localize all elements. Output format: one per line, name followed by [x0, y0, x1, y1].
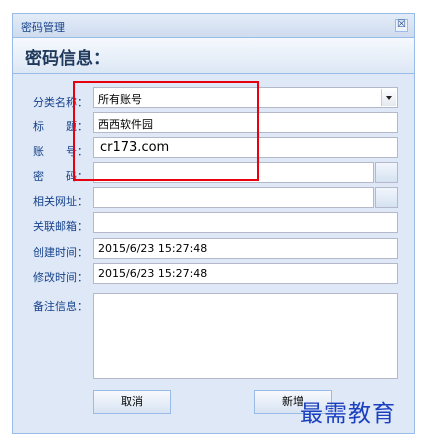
password-manager-window: 密码管理 ☒ 密码信息： 分类名称： 所有账号 标 题： 西西软件园 账 号： … [12, 13, 415, 434]
chevron-down-icon[interactable] [381, 89, 396, 106]
title-label: 标 题： [33, 120, 88, 133]
header-band: 密码信息： [13, 38, 414, 74]
url-input[interactable] [93, 187, 374, 208]
created-input[interactable]: 2015/6/23 15:27:48 [93, 238, 398, 259]
close-icon[interactable]: ☒ [395, 19, 408, 32]
password-input[interactable] [93, 162, 374, 183]
title-input[interactable]: 西西软件园 [93, 112, 398, 133]
password-label: 密 码： [33, 170, 88, 183]
email-label: 关联邮箱： [33, 220, 88, 233]
watermark-text: 最需教育 [300, 401, 396, 427]
category-select[interactable]: 所有账号 [93, 87, 398, 108]
category-label: 分类名称： [33, 96, 88, 109]
notes-label: 备注信息： [33, 300, 88, 313]
password-action-button[interactable] [375, 162, 398, 183]
title-bar[interactable]: 密码管理 ☒ [13, 14, 414, 38]
window-title: 密码管理 [21, 21, 65, 34]
cancel-button[interactable]: 取消 [93, 390, 171, 414]
email-input[interactable] [93, 212, 398, 233]
notes-textarea[interactable] [93, 293, 398, 379]
modified-label: 修改时间： [33, 271, 88, 284]
account-label: 账 号： [33, 145, 88, 158]
category-value: 所有账号 [98, 93, 142, 106]
modified-input[interactable]: 2015/6/23 15:27:48 [93, 263, 398, 284]
url-action-button[interactable] [375, 187, 398, 208]
account-input[interactable]: cr173.com [93, 137, 398, 158]
created-label: 创建时间： [33, 246, 88, 259]
url-label: 相关网址： [33, 195, 88, 208]
page-title: 密码信息： [25, 49, 110, 69]
